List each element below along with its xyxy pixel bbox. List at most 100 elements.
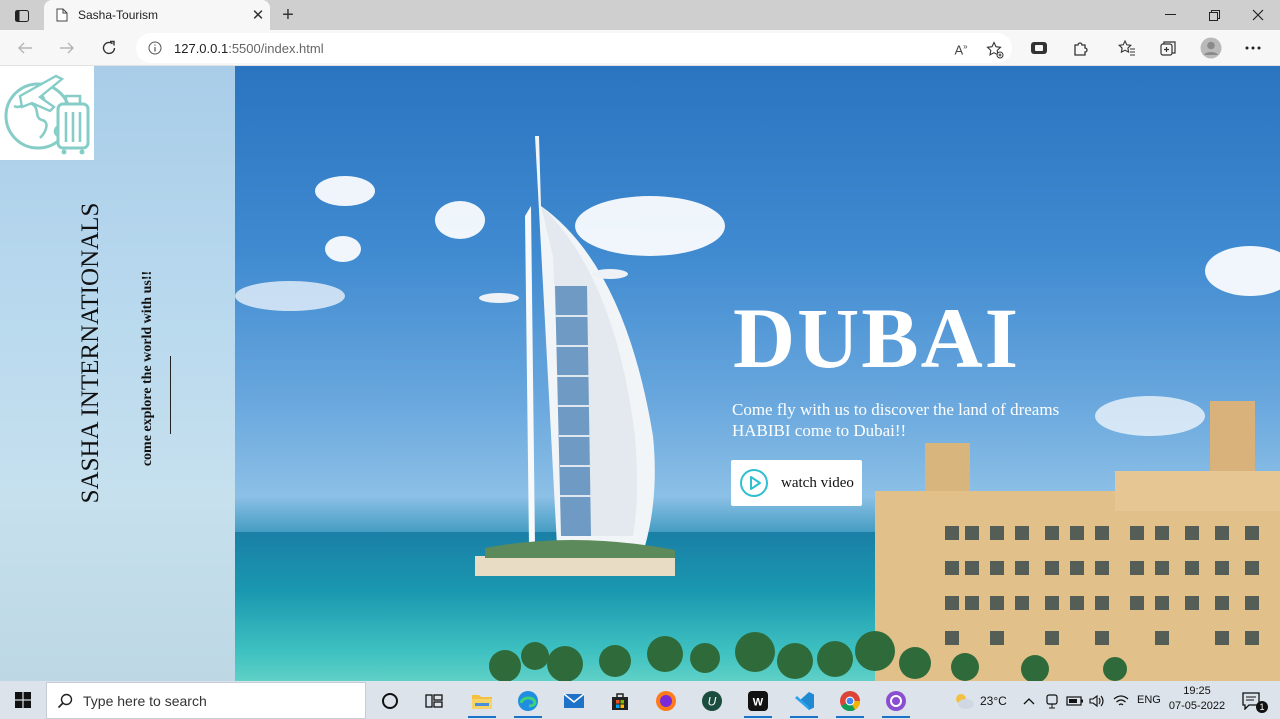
star-add-icon	[986, 41, 1004, 59]
hero-subtitle-line: Come fly with us to discover the land of…	[732, 400, 1060, 419]
add-favorite-button[interactable]	[982, 38, 1008, 62]
hero-subtitle: Come fly with us to discover the land of…	[732, 399, 1152, 441]
wifi-icon	[1113, 695, 1129, 706]
cortana-icon	[382, 693, 398, 709]
edge-icon	[518, 691, 538, 711]
notifications-button[interactable]: 1	[1232, 684, 1272, 718]
temperature: 23°C	[980, 694, 1007, 708]
cloud	[1205, 246, 1280, 296]
profile-button[interactable]	[1198, 37, 1224, 59]
clock[interactable]: 19:25 07-05-2022	[1166, 684, 1228, 714]
sidebar: SASHA INTERNATIONALS come explore the wo…	[0, 66, 235, 681]
partly-cloudy-icon	[956, 694, 974, 709]
settings-more-button[interactable]	[1240, 37, 1266, 59]
page-icon	[56, 8, 68, 22]
cloud	[235, 281, 345, 311]
task-view-icon	[425, 694, 443, 708]
read-aloud-button[interactable]: A»	[948, 38, 974, 62]
tab-actions-icon	[15, 10, 29, 22]
url-path: :5500/index.html	[228, 40, 324, 56]
vscode-icon	[795, 692, 814, 710]
refresh-icon	[102, 40, 116, 55]
new-tab-button[interactable]: +	[276, 3, 300, 27]
minimize-button[interactable]	[1148, 0, 1192, 30]
store-icon	[612, 693, 628, 710]
read-aloud-icon: A»	[954, 42, 968, 58]
show-hidden-icons-button[interactable]	[1018, 684, 1040, 718]
edge-button[interactable]	[506, 684, 550, 718]
weather-widget[interactable]	[944, 684, 984, 718]
address-bar[interactable]: 127.0.0.1:5500/index.html A»	[136, 33, 1012, 63]
speaker-icon	[1089, 694, 1104, 708]
watch-video-button[interactable]: watch video	[731, 460, 862, 506]
restore-icon	[1208, 9, 1220, 21]
browser-tab-bar: Sasha-Tourism ✕ +	[0, 0, 1280, 30]
cortana-button[interactable]	[368, 684, 412, 718]
firefox-button[interactable]	[644, 684, 688, 718]
cloud	[325, 236, 361, 262]
chevron-up-icon	[1023, 698, 1035, 705]
clock-time: 19:25	[1183, 685, 1211, 697]
cloud	[315, 176, 375, 206]
u-app-icon: U	[702, 691, 722, 711]
firefox-icon	[656, 691, 676, 711]
webex-icon: W	[748, 691, 768, 711]
volume-button[interactable]	[1086, 684, 1108, 718]
back-button[interactable]	[12, 36, 38, 60]
tab-title: Sasha-Tourism	[78, 8, 159, 22]
url-host: 127.0.0.1	[174, 40, 229, 56]
divider	[170, 356, 171, 434]
extensions-button[interactable]	[1068, 37, 1094, 59]
svg-text:W: W	[753, 697, 764, 709]
restore-button[interactable]	[1192, 0, 1236, 30]
collections-button[interactable]	[1155, 37, 1181, 59]
battery-icon	[1066, 696, 1083, 706]
more-icon	[1245, 46, 1261, 50]
arrow-left-icon	[18, 42, 32, 54]
store-button[interactable]	[598, 684, 642, 718]
hero-banner: DUBAI Come fly with us to discover the l…	[235, 66, 1280, 681]
github-icon	[886, 691, 906, 711]
browser-toolbar: 127.0.0.1:5500/index.html A»	[0, 30, 1280, 66]
mail-button[interactable]	[552, 684, 596, 718]
vscode-button[interactable]	[782, 684, 826, 718]
travel-logo-icon	[4, 74, 90, 155]
taskbar-search-input[interactable]: Type here to search	[46, 682, 366, 719]
hero-subtitle-line: HABIBI come to Dubai!!	[732, 421, 907, 440]
search-icon	[57, 693, 73, 708]
minimize-icon	[1164, 14, 1176, 15]
windows-taskbar: Type here to search U W 23°C ENG 19:25 0…	[0, 681, 1280, 719]
refresh-button[interactable]	[96, 36, 122, 60]
logo[interactable]	[0, 66, 94, 160]
tagline: come explore the world with us!!	[140, 270, 155, 467]
network-button[interactable]	[1110, 684, 1132, 718]
collections-extension-button[interactable]	[1026, 37, 1052, 59]
start-button[interactable]	[0, 681, 46, 719]
notification-count: 1	[1256, 701, 1268, 713]
meet-now-button[interactable]	[1042, 684, 1062, 718]
info-icon[interactable]	[148, 41, 162, 55]
hero-title: DUBAI	[733, 290, 1021, 386]
favorites-button[interactable]	[1114, 37, 1140, 59]
chrome-button[interactable]	[828, 684, 872, 718]
mail-icon	[563, 693, 585, 708]
battery-button[interactable]	[1064, 684, 1086, 718]
upwork-button[interactable]: U	[690, 684, 734, 718]
play-icon	[740, 469, 768, 497]
resort-buildings-image	[817, 401, 1280, 681]
brand-name: SASHA INTERNATIONALS	[77, 202, 104, 504]
forward-button[interactable]	[54, 36, 80, 60]
tab-close-button[interactable]: ✕	[246, 3, 270, 27]
tab-actions-button[interactable]	[8, 6, 36, 26]
task-view-button[interactable]	[412, 684, 456, 718]
search-placeholder: Type here to search	[83, 692, 207, 709]
extension-app-icon	[1031, 42, 1047, 54]
page-viewport: SASHA INTERNATIONALS come explore the wo…	[0, 66, 1280, 681]
watch-video-label: watch video	[781, 474, 854, 491]
file-explorer-button[interactable]	[460, 684, 504, 718]
close-window-button[interactable]	[1236, 0, 1280, 30]
webex-button[interactable]: W	[736, 684, 780, 718]
github-desktop-button[interactable]	[874, 684, 918, 718]
browser-tab[interactable]: Sasha-Tourism ✕	[44, 0, 270, 30]
language-indicator[interactable]: ENG	[1137, 694, 1161, 706]
